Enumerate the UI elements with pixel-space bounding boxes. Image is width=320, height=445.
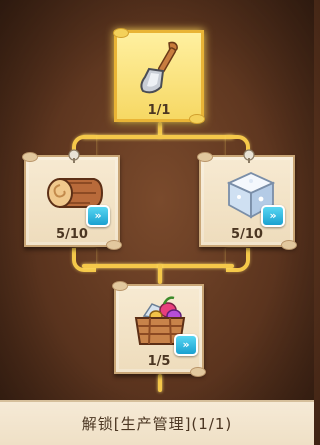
connector-right-bottom-curve <box>226 248 250 272</box>
scroll-curl <box>112 281 128 291</box>
node-progress: 1/1 <box>147 103 171 118</box>
connector-bottom-down <box>158 264 162 284</box>
pin-icon <box>68 149 80 163</box>
shovel-icon <box>140 41 178 94</box>
fast-forward-icon[interactable]: » <box>261 205 285 227</box>
scroll-curl <box>22 152 38 162</box>
connector-horizontal-top <box>82 135 234 139</box>
fast-forward-icon[interactable]: » <box>174 334 198 356</box>
node-progress: 1/5 <box>147 354 171 369</box>
scroll-curl <box>197 152 213 162</box>
connector-left-bottom-curve <box>72 248 96 272</box>
tech-node-log[interactable]: » 5/10 <box>22 149 122 250</box>
scroll-curl <box>113 28 129 38</box>
node-progress: 5/10 <box>56 227 88 242</box>
node-progress: 5/10 <box>231 227 263 242</box>
pin-icon <box>243 149 255 163</box>
tech-node-shovel[interactable]: 1/1 <box>113 28 205 124</box>
unlock-requirement-bar: 解锁[生产管理](1/1) <box>0 400 314 445</box>
unlock-requirement-text: 解锁[生产管理](1/1) <box>81 415 233 433</box>
connector-bottom-exit <box>158 374 162 392</box>
fast-forward-icon[interactable]: » <box>86 205 110 227</box>
tech-node-ice-block[interactable]: » 5/10 <box>197 149 297 250</box>
tech-node-resource-basket[interactable]: » 1/5 <box>112 281 206 377</box>
